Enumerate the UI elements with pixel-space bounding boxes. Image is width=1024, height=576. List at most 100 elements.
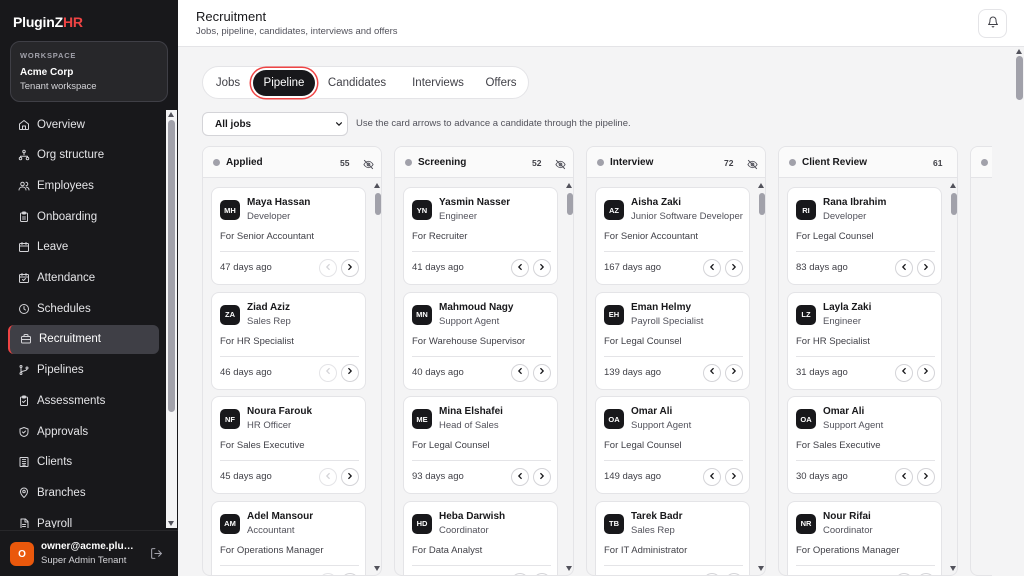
move-back-button[interactable] [703, 259, 721, 277]
scroll-up-icon[interactable] [566, 183, 572, 188]
sidebar-item-pipelines[interactable]: Pipelines [8, 356, 159, 385]
move-back-button[interactable] [895, 363, 913, 382]
tab-jobs[interactable]: Jobs [207, 70, 249, 96]
move-forward-button[interactable] [533, 363, 551, 382]
move-back-button[interactable] [511, 468, 529, 486]
scroll-down-icon[interactable] [566, 566, 572, 571]
move-back-button[interactable] [511, 259, 529, 277]
move-forward-button[interactable] [917, 572, 935, 575]
move-back-button[interactable] [703, 468, 721, 486]
move-forward-button[interactable] [533, 572, 551, 575]
scroll-up-icon[interactable] [758, 183, 764, 188]
sidebar-item-branches[interactable]: Branches [8, 478, 159, 507]
sidebar-item-onboarding[interactable]: Onboarding [8, 202, 159, 231]
move-back-button[interactable] [703, 363, 721, 382]
column-scrollbar[interactable] [757, 181, 765, 573]
sidebar-item-approvals[interactable]: Approvals [8, 417, 159, 446]
candidate-card[interactable]: LZ Layla Zaki Engineer For HR Specialist 31 … [787, 291, 942, 390]
candidate-card[interactable]: ZA Ziad Aziz Sales Rep For HR Specialist 46 … [211, 291, 366, 390]
candidate-card[interactable]: MN Mahmoud Nagy Support Agent For Warehouse… [403, 291, 558, 390]
tab-pipeline[interactable]: Pipeline [253, 70, 315, 96]
candidate-card[interactable]: HD Heba Darwish Coordinator For Data Analys… [403, 500, 558, 575]
column-scrollbar[interactable] [949, 181, 957, 573]
move-forward-button[interactable] [917, 363, 935, 382]
scrollbar-thumb[interactable] [168, 120, 175, 412]
sidebar-item-payroll[interactable]: Payroll [8, 509, 159, 528]
scrollbar-thumb[interactable] [1015, 56, 1023, 100]
scrollbar-thumb[interactable] [566, 193, 573, 215]
candidate-role: Sales Rep [247, 315, 291, 327]
candidate-card[interactable]: NF Noura Farouk HR Officer For Sales Execut… [211, 396, 366, 494]
candidate-card[interactable]: OA Omar Ali Support Agent For Legal Counsel… [595, 396, 750, 494]
sidebar-item-recruitment[interactable]: Recruitment [8, 324, 159, 354]
move-forward-button[interactable] [725, 363, 743, 382]
tab-candidates[interactable]: Candidates [320, 70, 394, 96]
sidebar-item-schedules[interactable]: Schedules [8, 294, 159, 323]
candidate-card[interactable]: TB Tarek Badr Sales Rep For IT Administrato… [595, 500, 750, 575]
move-back-button[interactable] [895, 572, 913, 575]
eye-off-icon[interactable] [363, 157, 374, 170]
sidebar-scrollbar[interactable] [166, 110, 177, 528]
scroll-up-icon[interactable] [1015, 49, 1022, 54]
move-back-button[interactable] [895, 468, 913, 486]
candidate-card[interactable]: NR Nour Rifai Coordinator For Operations Ma… [787, 500, 942, 575]
notifications-button[interactable] [978, 9, 1007, 38]
move-back-button[interactable] [511, 363, 529, 382]
eye-off-icon[interactable] [555, 157, 566, 170]
sidebar-item-overview[interactable]: Overview [8, 110, 159, 139]
move-forward-button[interactable] [533, 259, 551, 277]
candidate-card[interactable]: ME Mina Elshafei Head of Sales For Legal Co… [403, 396, 558, 494]
column-scrollbar[interactable] [373, 181, 381, 573]
move-forward-button[interactable] [917, 468, 935, 486]
scroll-down-icon[interactable] [950, 566, 956, 571]
candidate-card[interactable]: AM Adel Mansour Accountant For Operations M… [211, 500, 366, 575]
move-forward-button[interactable] [341, 572, 359, 575]
job-filter-select[interactable]: All jobs [202, 112, 348, 136]
scroll-up-icon[interactable] [168, 112, 174, 117]
sidebar-item-attendance[interactable]: Attendance [8, 264, 159, 293]
move-back-button[interactable] [895, 259, 913, 277]
move-forward-button[interactable] [917, 259, 935, 277]
candidate-card[interactable]: YN Yasmin Nasser Engineer For Recruiter 41 d… [403, 187, 558, 285]
workspace-switcher[interactable]: WORKSPACE Acme Corp Tenant workspace [10, 41, 168, 102]
scroll-up-icon[interactable] [374, 183, 380, 188]
brand-logo[interactable]: PluginZHR [13, 14, 83, 30]
move-back-button[interactable] [703, 572, 721, 575]
scroll-up-icon[interactable] [950, 183, 956, 188]
move-back-button[interactable] [319, 572, 337, 575]
move-forward-button[interactable] [725, 572, 743, 575]
candidate-card[interactable]: MH Maya Hassan Developer For Senior Account… [211, 187, 366, 285]
move-forward-button[interactable] [341, 363, 359, 382]
scrollbar-thumb[interactable] [758, 193, 765, 215]
main-scrollbar[interactable] [1014, 48, 1024, 576]
scrollbar-thumb[interactable] [374, 193, 381, 215]
tab-offers[interactable]: Offers [477, 70, 525, 96]
move-back-button[interactable] [319, 363, 337, 382]
scroll-down-icon[interactable] [758, 566, 764, 571]
candidate-card[interactable]: EH Eman Helmy Payroll Specialist For Legal … [595, 291, 750, 390]
candidate-card[interactable]: AZ Aisha Zaki Junior Software Developer For… [595, 187, 750, 285]
move-forward-button[interactable] [725, 468, 743, 486]
scroll-down-icon[interactable] [168, 521, 174, 526]
move-back-button[interactable] [319, 259, 337, 277]
tab-interviews[interactable]: Interviews [400, 70, 476, 96]
sidebar-item-assessments[interactable]: Assessments [8, 386, 159, 415]
candidate-card[interactable]: RI Rana Ibrahim Developer For Legal Counsel… [787, 187, 942, 285]
user-profile[interactable]: O owner@acme.pluginz.hr Super Admin Tena… [0, 530, 178, 576]
sidebar-item-leave[interactable]: Leave [8, 233, 159, 262]
move-forward-button[interactable] [725, 259, 743, 277]
logout-icon[interactable] [150, 547, 163, 560]
move-back-button[interactable] [319, 468, 337, 486]
sidebar-item-org-structure[interactable]: Org structure [8, 141, 159, 170]
move-back-button[interactable] [511, 572, 529, 575]
column-scrollbar[interactable] [565, 181, 573, 573]
sidebar-item-employees[interactable]: Employees [8, 171, 159, 200]
eye-off-icon[interactable] [747, 157, 758, 170]
move-forward-button[interactable] [341, 259, 359, 277]
scrollbar-thumb[interactable] [950, 193, 957, 215]
scroll-down-icon[interactable] [374, 566, 380, 571]
sidebar-item-clients[interactable]: Clients [8, 448, 159, 477]
move-forward-button[interactable] [533, 468, 551, 486]
move-forward-button[interactable] [341, 468, 359, 486]
candidate-card[interactable]: OA Omar Ali Support Agent For Sales Executi… [787, 396, 942, 494]
